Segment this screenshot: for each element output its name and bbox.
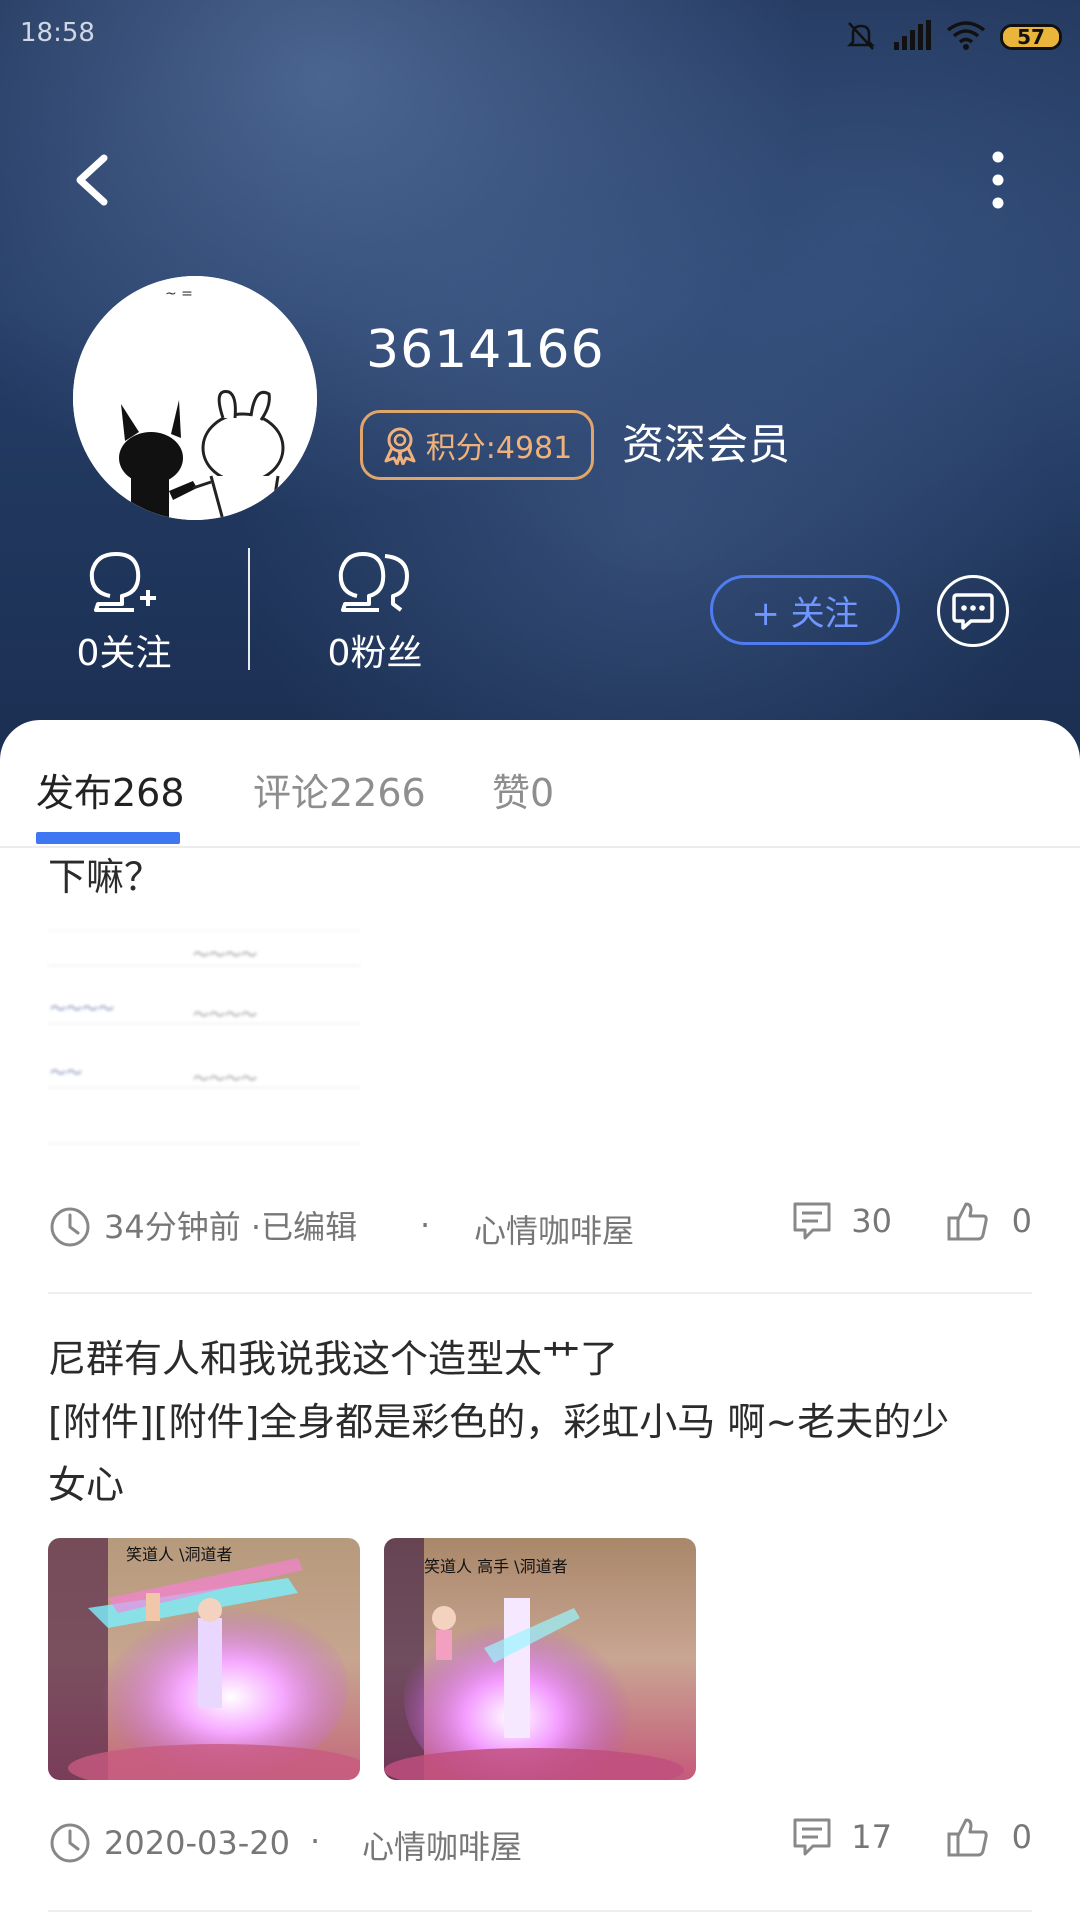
- like-button[interactable]: 0: [946, 1200, 1032, 1242]
- status-icons: 57: [844, 18, 1062, 56]
- following-label: 0关注: [76, 633, 172, 674]
- mute-bell-icon: [844, 18, 878, 56]
- status-bar: 18:58 57: [0, 0, 1080, 70]
- forum-link[interactable]: 心情咖啡屋: [474, 1206, 634, 1252]
- battery-level: 57: [1017, 25, 1045, 49]
- post-image-2[interactable]: 笑道人 高手 \洞道者: [384, 1538, 696, 1780]
- image-1-caption: 笑道人 \洞道者: [126, 1545, 232, 1564]
- comment-count-value: 17: [851, 1818, 892, 1856]
- member-level: 资深会员: [622, 420, 791, 469]
- top-nav: [0, 140, 1080, 220]
- chat-bubble-icon: [952, 593, 994, 630]
- more-options-button[interactable]: [968, 140, 1028, 220]
- comment-count[interactable]: 30: [791, 1200, 892, 1242]
- followers-stat[interactable]: 0粉丝: [295, 548, 455, 676]
- follow-label: + 关注: [751, 593, 859, 634]
- tab-likes[interactable]: 赞0: [492, 762, 554, 817]
- post-divider: [48, 1910, 1032, 1912]
- clock-icon: [50, 1823, 90, 1863]
- users-icon: [338, 552, 409, 612]
- meta-separator: ·: [310, 1822, 321, 1860]
- clock-icon: [50, 1207, 90, 1247]
- username: 3614166: [366, 320, 605, 380]
- back-button[interactable]: [62, 140, 122, 220]
- post-body-line2[interactable]: 女心: [48, 1454, 124, 1517]
- tab-posts[interactable]: 发布268: [36, 762, 185, 817]
- like-button[interactable]: 0: [946, 1816, 1032, 1858]
- comment-count-value: 30: [851, 1202, 892, 1240]
- avatar[interactable]: ~ =: [73, 276, 317, 520]
- post-meta: 34分钟前 ·已编辑 · 心情咖啡屋 30 0: [48, 1200, 1032, 1254]
- medal-icon: [384, 427, 416, 465]
- active-tab-indicator: [36, 832, 180, 844]
- comment-count[interactable]: 17: [791, 1816, 892, 1858]
- image-2-caption: 笑道人 高手 \洞道者: [424, 1557, 568, 1576]
- forum-link[interactable]: 心情咖啡屋: [362, 1822, 522, 1868]
- post-meta: 2020-03-20 · 心情咖啡屋 17 0: [48, 1816, 1032, 1870]
- wifi-icon: [946, 20, 986, 54]
- post-image-1[interactable]: 笑道人 \洞道者: [48, 1538, 360, 1780]
- battery-icon: 57: [1000, 24, 1062, 50]
- like-count-value: 0: [1011, 1818, 1032, 1856]
- post-text-partial[interactable]: 下嘛？: [48, 846, 162, 909]
- user-add-icon: [89, 552, 156, 612]
- followers-label: 0粉丝: [327, 633, 423, 674]
- follow-button[interactable]: + 关注: [710, 575, 900, 645]
- following-stat[interactable]: 0关注: [44, 548, 204, 676]
- post-time: 34分钟前 ·已编辑: [104, 1208, 358, 1246]
- posts-panel: 发布268 评论2266 赞0 下嘛？ ～～～～ ～～～～ ～～～～ ～～ ～～…: [0, 720, 1080, 1920]
- post-body-line1[interactable]: [附件][附件]全身都是彩色的，彩虹小马 啊~老夫的少: [48, 1391, 949, 1454]
- chevron-left-icon: [76, 154, 108, 206]
- post-time: 2020-03-20: [104, 1824, 290, 1862]
- post-title[interactable]: 尼群有人和我说我这个造型太艹了: [48, 1328, 618, 1391]
- stat-divider: [248, 548, 250, 670]
- thumbs-up-icon: [947, 1818, 988, 1857]
- profile-header: 18:58 57 ~ = 3614166 积分:4981 资深会员 0关注 0粉…: [0, 0, 1080, 760]
- thumbs-up-icon: [947, 1202, 988, 1241]
- comment-icon: [793, 1202, 831, 1240]
- points-badge[interactable]: 积分:4981: [360, 410, 594, 480]
- post-divider: [48, 1292, 1032, 1294]
- more-vertical-icon: [992, 151, 1004, 209]
- signal-icon: [892, 20, 932, 54]
- comment-icon: [793, 1818, 831, 1856]
- svg-text:~ =: ~ =: [165, 286, 193, 302]
- like-count-value: 0: [1011, 1202, 1032, 1240]
- meta-separator: ·: [420, 1206, 431, 1244]
- tab-comments[interactable]: 评论2266: [253, 762, 426, 817]
- post-image-thumbnail[interactable]: ～～～～ ～～～～ ～～～～ ～～ ～～～～: [48, 930, 360, 1167]
- profile-tabs: 发布268 评论2266 赞0: [0, 720, 1080, 848]
- points-label: 积分:4981: [425, 431, 573, 466]
- message-button[interactable]: [937, 575, 1009, 647]
- status-time: 18:58: [20, 18, 95, 48]
